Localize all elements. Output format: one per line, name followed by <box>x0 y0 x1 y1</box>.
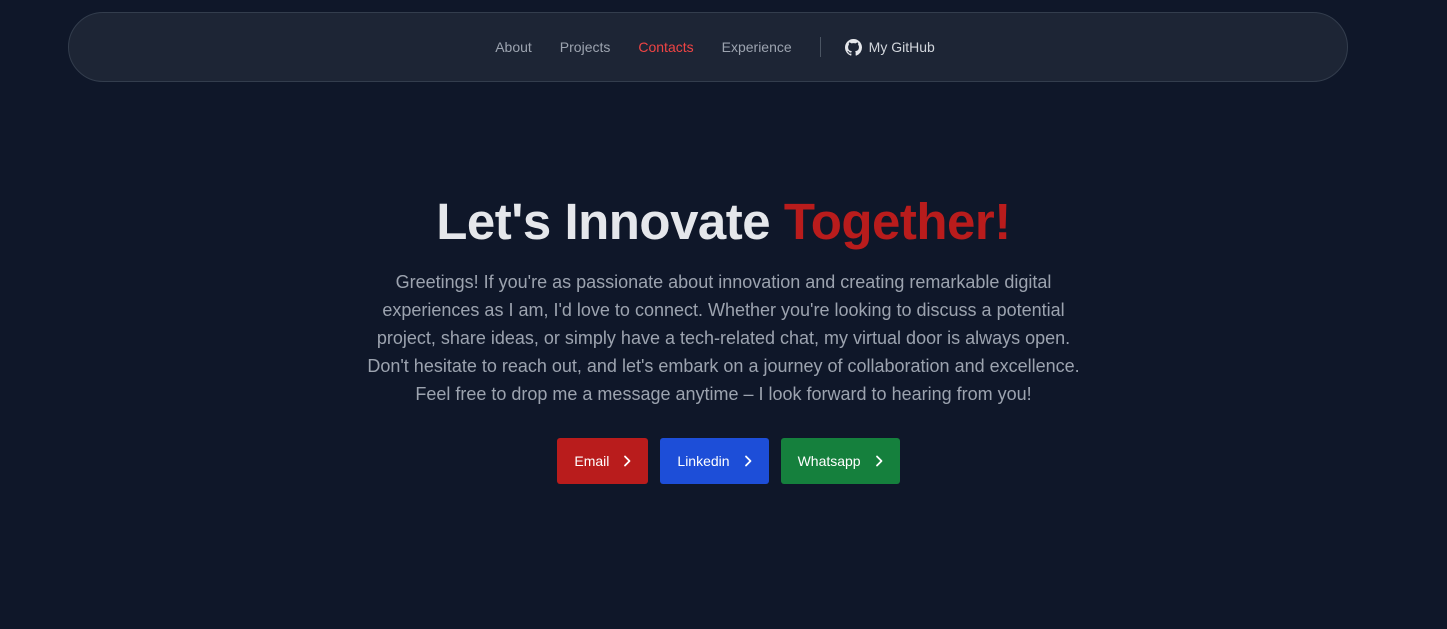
whatsapp-button[interactable]: Whatsapp <box>780 438 900 484</box>
chevron-right-icon <box>744 455 751 467</box>
chevron-right-icon <box>624 455 631 467</box>
hero-line: Feel free to drop me a message anytime –… <box>415 384 1032 404</box>
nav-link-projects[interactable]: Projects <box>560 39 611 55</box>
nav-links: About Projects Contacts Experience My Gi… <box>481 13 935 81</box>
top-navbar: About Projects Contacts Experience My Gi… <box>68 12 1348 82</box>
hero-section: Let's Innovate Together! Greetings! If y… <box>0 190 1447 408</box>
linkedin-button-label: Linkedin <box>677 453 730 469</box>
github-label: My GitHub <box>868 39 935 55</box>
linkedin-button[interactable]: Linkedin <box>660 438 769 484</box>
hero-title-accent: Together! <box>783 193 1011 250</box>
hero-description: Greetings! If you're as passionate about… <box>334 268 1114 408</box>
nav-link-contacts[interactable]: Contacts <box>638 39 693 55</box>
hero-line: Don't hesitate to reach out, and let's e… <box>367 356 1080 376</box>
hero-title: Let's Innovate Together! <box>0 190 1447 254</box>
hero-line: Greetings! If you're as passionate about… <box>395 272 1052 292</box>
nav-link-experience[interactable]: Experience <box>722 39 792 55</box>
email-button-label: Email <box>574 453 610 469</box>
hero-line: experiences as I am, I'd love to connect… <box>382 300 1065 320</box>
contact-buttons: Email Linkedin Whatsapp <box>0 438 1447 484</box>
chevron-right-icon <box>875 455 883 467</box>
hero-title-main: Let's Innovate <box>436 193 771 250</box>
whatsapp-button-label: Whatsapp <box>797 453 861 469</box>
nav-link-about[interactable]: About <box>495 39 532 55</box>
github-icon <box>844 38 862 56</box>
email-button[interactable]: Email <box>557 438 649 484</box>
hero-line: project, share ideas, or simply have a t… <box>376 328 1071 348</box>
nav-divider <box>819 37 821 57</box>
github-link[interactable]: My GitHub <box>844 38 935 56</box>
